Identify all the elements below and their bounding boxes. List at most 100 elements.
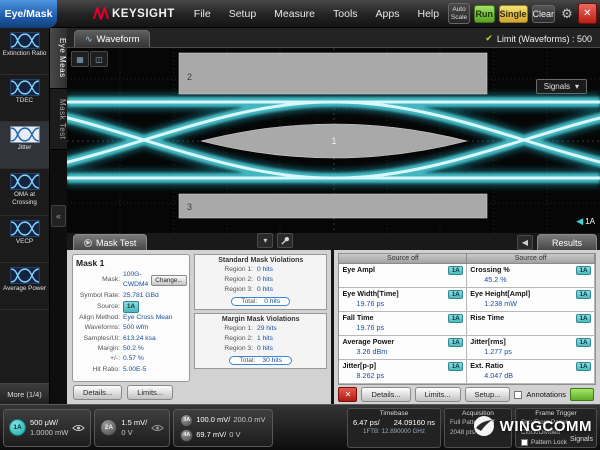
measurement-value: 1.238 mW	[484, 299, 591, 308]
measurement-name: Jitter[rms]	[470, 337, 591, 346]
mask-test-tab-label: Mask Test	[96, 238, 136, 248]
standard-total-badge: Total: 0 hits	[231, 297, 290, 306]
menu-tools[interactable]: Tools	[324, 8, 367, 20]
eye-mask-app-tab[interactable]: Eye/Mask	[0, 0, 57, 28]
result-cell-crossing[interactable]: Crossing % 45.2 % 1A	[467, 264, 595, 288]
display-mode-icon[interactable]: ◫	[90, 51, 108, 67]
results-col-header-right: Source off	[467, 254, 595, 264]
channel-scale: 100.0 mV/	[196, 415, 230, 425]
flexdca-application-window: Eye/Mask KEYSIGHT File Setup Measure Too…	[0, 0, 600, 450]
sidebar-item-oma-at-crossing[interactable]: OMA at Crossing	[0, 169, 49, 216]
menu-file[interactable]: File	[185, 8, 220, 20]
eye-diagram-icon	[10, 79, 40, 96]
results-tab-label: Results	[552, 238, 582, 248]
margin-total-badge: Total: 30 hits	[229, 356, 292, 365]
more-measurements-button[interactable]: More (1/4)	[0, 383, 49, 404]
pattern-lock-checkbox[interactable]	[521, 439, 528, 446]
annotations-checkbox[interactable]	[514, 391, 522, 399]
mask-limits-button[interactable]: Limits...	[127, 385, 173, 400]
source-channel-badge[interactable]: 1A	[123, 301, 139, 313]
collapse-panel-button[interactable]: «	[51, 205, 66, 227]
change-mask-button[interactable]: Change...	[151, 275, 186, 287]
run-button[interactable]: Run	[474, 5, 495, 23]
settings-gear-icon[interactable]: ⚙	[561, 6, 573, 22]
watermark-text: WINGCOMM	[500, 418, 592, 435]
tab-results[interactable]: Results	[537, 234, 597, 250]
visibility-eye-icon[interactable]	[151, 424, 164, 432]
channel-3a-4a-chip[interactable]: 3A 100.0 mV/ 200.0 mV 4A 69.7 mV/ 0 V	[173, 409, 272, 447]
keysight-logo-icon	[93, 7, 109, 20]
results-limits-button[interactable]: Limits...	[415, 387, 461, 402]
region-label: Region 1:	[199, 265, 257, 275]
tab-mask-test[interactable]: ▶ Mask Test	[73, 234, 147, 250]
grid-toggle-icon[interactable]: ▦	[71, 51, 89, 67]
visibility-eye-icon[interactable]	[72, 424, 85, 432]
results-details-button[interactable]: Details...	[361, 387, 410, 402]
total-value: 0 hits	[264, 298, 280, 305]
timebase-panel[interactable]: Timebase 6.47 ps/ 24.09160 ns 1FTB: 12.8…	[347, 408, 441, 448]
menu-bar: File Setup Measure Tools Apps Help	[185, 8, 448, 20]
result-cell-eye-ampl[interactable]: Eye Ampl 1A	[339, 264, 467, 288]
result-cell-jitter-rms[interactable]: Jitter[rms] 1.277 ps 1A	[467, 336, 595, 360]
channel-badge: 1A	[9, 419, 26, 436]
sidebar-item-vecp[interactable]: VECP	[0, 216, 49, 263]
mask-field-value: 5.00E-5	[123, 365, 146, 375]
auto-scale-label-line1: Auto	[452, 6, 465, 13]
bottom-panels: Mask 1 Mask: 100G-CWDM4 Change... Symbol…	[67, 250, 600, 404]
mask-field-label: Waveforms:	[76, 323, 123, 333]
auto-scale-button[interactable]: Auto Scale	[448, 3, 470, 24]
channel-1a-chip[interactable]: 1A 500 μW/ 1.0000 mW	[3, 409, 91, 447]
results-setup-button[interactable]: Setup...	[465, 387, 511, 402]
result-cell-jitter-pp[interactable]: Jitter[p-p] 8.262 ps 1A	[339, 360, 467, 384]
sidebar-item-average-power[interactable]: Average Power	[0, 263, 49, 310]
menu-setup[interactable]: Setup	[220, 8, 265, 20]
sidebar-item-label: Extinction Ratio	[2, 49, 48, 58]
region-label: Region 3:	[199, 344, 257, 354]
sidebar-item-jitter[interactable]: Jitter	[0, 122, 49, 169]
tab-mask-test-vertical[interactable]: Mask Test	[50, 89, 67, 150]
channel-badge: 4A	[180, 429, 193, 442]
channel-scale: 69.7 mV/	[196, 430, 226, 440]
result-cell-eye-width[interactable]: Eye Width[Time] 19.76 ps 1A	[339, 288, 467, 312]
tab-eye-meas[interactable]: Eye Meas	[50, 28, 67, 89]
region-label: Region 1:	[199, 324, 257, 334]
standard-mask-violations-box: Standard Mask Violations Region 1:0 hits…	[194, 254, 327, 310]
waveform-display[interactable]: 2 1 3 ▦ ◫ Signals ▾ ◀ 1A	[67, 47, 600, 233]
channel-1a-marker[interactable]: ◀ 1A	[576, 216, 595, 227]
delete-measurement-button[interactable]: ✕	[338, 387, 357, 402]
mask-field-label: Align Method:	[76, 313, 123, 323]
result-cell-rise-time[interactable]: Rise Time 1A	[467, 312, 595, 336]
scroll-tabs-left-icon[interactable]: ◀	[517, 235, 533, 250]
mask-field-value: 613.24 ksa	[123, 334, 156, 344]
clear-button[interactable]: Clear	[532, 5, 556, 23]
mask-details-button[interactable]: Details...	[73, 385, 122, 400]
signals-dropdown[interactable]: Signals ▾	[536, 79, 587, 94]
limit-label: Limit (Waveforms) : 500	[497, 34, 592, 44]
mask-card-title: Mask 1	[76, 258, 186, 268]
pin-icon[interactable]	[277, 233, 293, 248]
minimize-panel-icon[interactable]: ▾	[257, 233, 273, 248]
annotation-color-swatch[interactable]	[570, 388, 594, 401]
results-row: Eye Ampl 1A Crossing % 45.2 % 1A	[339, 264, 595, 288]
result-cell-ext-ratio[interactable]: Ext. Ratio 4.047 dB 1A	[467, 360, 595, 384]
tab-waveform[interactable]: ∿ Waveform	[74, 30, 150, 47]
sidebar-item-label: TDEC	[15, 96, 34, 105]
eye-diagram-icon	[10, 220, 40, 237]
sidebar-item-extinction-ratio[interactable]: Extinction Ratio	[0, 28, 49, 75]
channel-2a-chip[interactable]: 2A 1.5 mV/ 0 V	[94, 409, 170, 447]
top-menu-bar: Eye/Mask KEYSIGHT File Setup Measure Too…	[0, 0, 600, 28]
mask-field-value: Eye Cross Mean	[123, 313, 172, 323]
channel-scale: 1.5 mV/	[121, 418, 147, 428]
menu-help[interactable]: Help	[408, 8, 448, 20]
waveform-limit-status: ✔ Limit (Waveforms) : 500	[485, 33, 600, 47]
result-cell-average-power[interactable]: Average Power 3.26 dBm 1A	[339, 336, 467, 360]
single-button[interactable]: Single	[499, 5, 528, 23]
sidebar-item-tdec[interactable]: TDEC	[0, 75, 49, 122]
result-cell-fall-time[interactable]: Fall Time 19.76 ps 1A	[339, 312, 467, 336]
waveform-tab-label: Waveform	[97, 34, 140, 45]
menu-apps[interactable]: Apps	[367, 8, 409, 20]
close-button[interactable]: ✕	[578, 3, 597, 24]
menu-measure[interactable]: Measure	[265, 8, 324, 20]
result-cell-eye-height[interactable]: Eye Height[Ampl] 1.238 mW 1A	[467, 288, 595, 312]
total-value: 30 hits	[262, 357, 282, 364]
